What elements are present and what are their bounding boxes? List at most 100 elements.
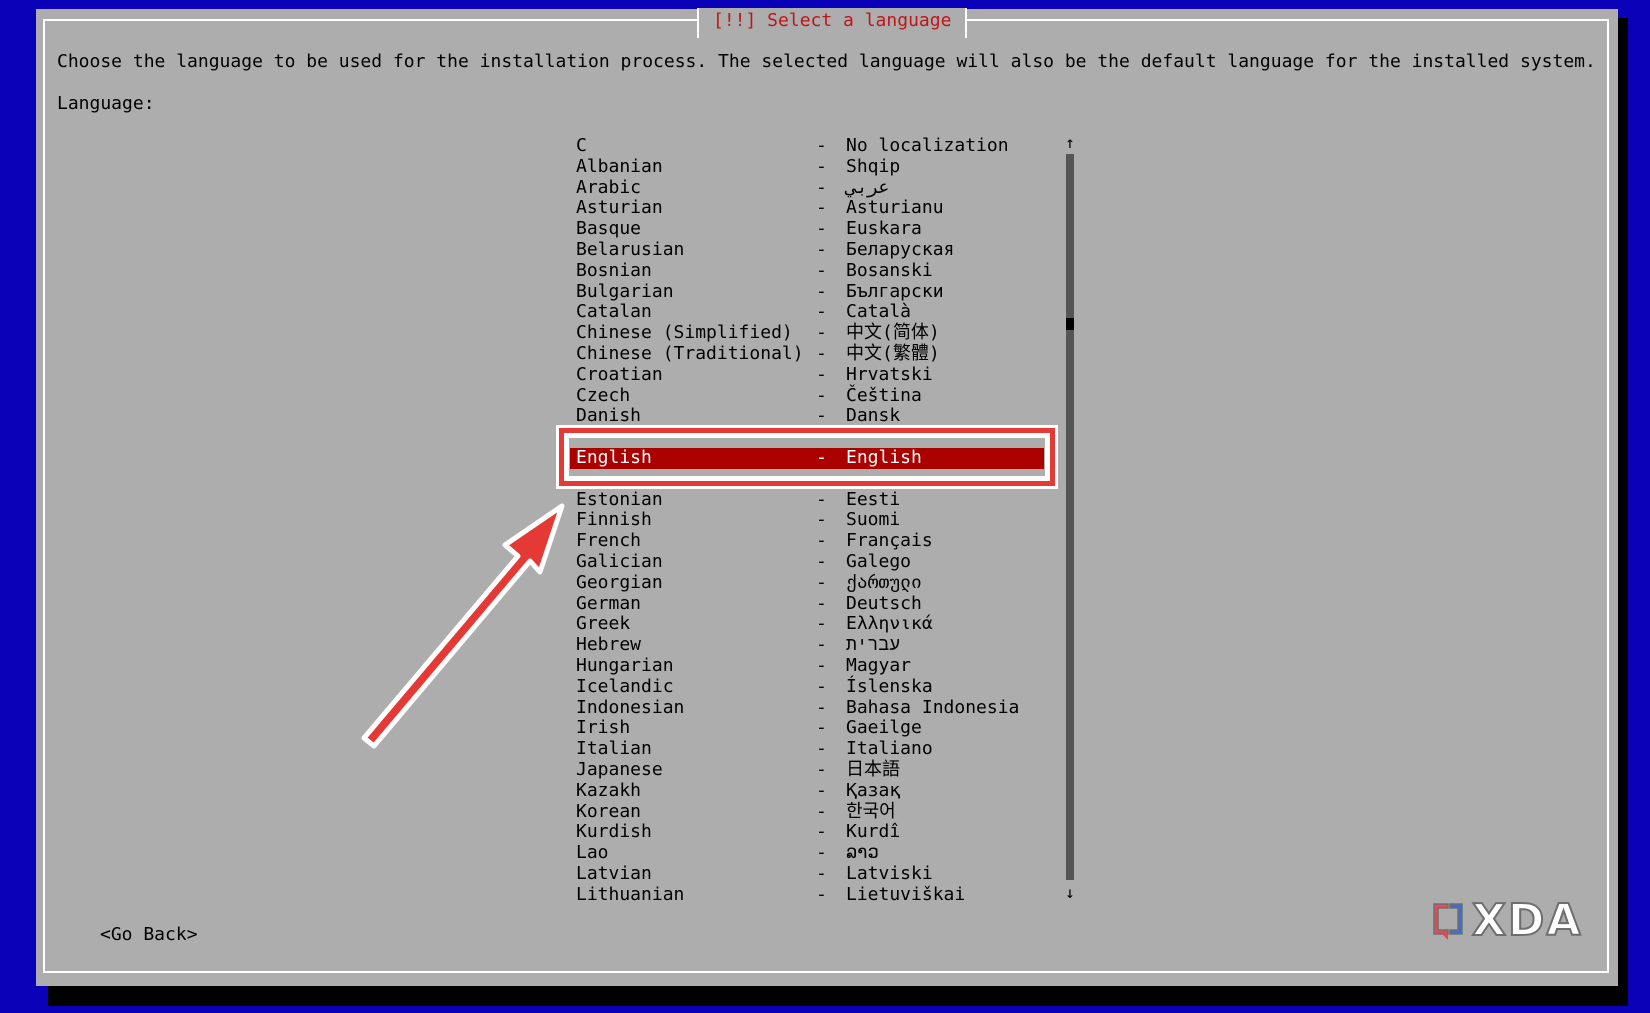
language-option[interactable]: Chinese (Traditional) - 中文(繁體): [576, 342, 1056, 365]
language-option[interactable]: Icelandic - Íslenska: [576, 675, 1056, 698]
language-option[interactable]: Bosnian - Bosanski: [576, 259, 1056, 282]
language-option[interactable]: French - Français: [576, 530, 1056, 552]
scroll-down-arrow-icon[interactable]: ↓: [1064, 884, 1076, 902]
language-native-name: Български: [846, 280, 944, 302]
language-option[interactable]: Hungarian - Magyar: [576, 654, 1056, 677]
language-option[interactable]: Irish - Gaeilge: [576, 718, 1056, 739]
language-option[interactable]: Croatian - Hrvatski: [576, 364, 1056, 386]
language-separator: -: [816, 259, 827, 281]
language-separator: -: [816, 862, 827, 884]
language-native-name: Euskara: [846, 218, 922, 240]
language-separator: -: [816, 634, 827, 656]
language-separator: -: [816, 405, 827, 427]
language-option[interactable]: Lithuanian - Lietuviškai: [576, 883, 1056, 906]
language-name: Lao: [576, 842, 609, 864]
language-separator: -: [816, 509, 827, 531]
language-separator: -: [816, 176, 827, 198]
language-name: Bosnian: [576, 259, 652, 281]
language-native-name: Ελληνικά: [846, 613, 933, 635]
language-option[interactable]: Latvian - Latviski: [576, 862, 1056, 885]
language-option[interactable]: Japanese - 日本語: [576, 758, 1056, 781]
dialog-title: [!!] Select a language: [697, 8, 968, 38]
language-native-name: Íslenska: [846, 675, 933, 697]
scroll-thumb[interactable]: [1066, 318, 1074, 331]
language-native-name: Беларуская: [846, 238, 955, 260]
language-option[interactable]: Bulgarian - Български: [576, 280, 1056, 303]
language-option[interactable]: Belarusian - Беларуская: [576, 238, 1056, 261]
language-native-name: Suomi: [846, 509, 901, 531]
language-name: Danish: [576, 405, 642, 427]
language-native-name: Eesti: [846, 488, 901, 510]
installer-screen: { "dialog": { "title": "[!!] Select a la…: [0, 0, 1650, 1013]
language-option[interactable]: Arabic - عربي: [576, 176, 1056, 199]
language-list[interactable]: C - No localization Albanian - Shqip Arabic - عر…: [570, 135, 1056, 906]
language-option[interactable]: Galician - Galego: [576, 550, 1056, 573]
language-native-name: Bahasa Indonesia: [846, 696, 1020, 718]
language-name: Galician: [576, 550, 663, 572]
language-native-name: ქართული: [846, 571, 922, 593]
language-name: Irish: [576, 717, 631, 739]
language-option[interactable]: Asturian - Asturianu: [576, 198, 1056, 219]
language-option[interactable]: Basque - Euskara: [576, 218, 1056, 240]
language-option[interactable]: Czech - Čeština: [576, 384, 1056, 407]
language-native-name: 中文(简体): [846, 322, 940, 344]
language-option[interactable]: Italian - Italiano: [576, 738, 1056, 760]
language-option[interactable]: Chinese (Simplified) - 中文(简体): [576, 322, 1056, 344]
language-option[interactable]: Greek - Ελληνικά: [576, 614, 1056, 635]
scroll-track[interactable]: [1066, 154, 1074, 880]
language-name: Basque: [576, 218, 642, 240]
language-option[interactable]: Kurdish - Kurdî: [576, 821, 1056, 843]
language-option[interactable]: Hebrew - עברית: [576, 634, 1056, 656]
language-option[interactable]: Korean - 한국어: [576, 800, 1056, 823]
go-back-button[interactable]: <Go Back>: [100, 922, 198, 948]
language-name: Chinese (Traditional): [576, 342, 804, 364]
language-separator: -: [816, 530, 827, 552]
language-native-name: 中文(繁體): [846, 342, 940, 364]
language-separator: -: [816, 550, 827, 572]
language-option[interactable]: Catalan - Català: [576, 302, 1056, 323]
xda-logo-text: XDA: [1471, 894, 1583, 947]
language-option[interactable]: Albanian - Shqip: [576, 155, 1056, 178]
language-name: Italian: [576, 738, 652, 760]
language-native-name: Dansk: [846, 405, 901, 427]
language-option[interactable]: Finnish - Suomi: [576, 510, 1056, 531]
language-name: Indonesian: [576, 696, 685, 718]
xda-logo-icon: [1430, 900, 1466, 940]
language-native-name: Asturianu: [846, 197, 944, 219]
language-option[interactable]: Danish - Dansk: [576, 406, 1056, 427]
language-option[interactable]: German - Deutsch: [576, 592, 1056, 615]
language-separator: -: [816, 322, 827, 344]
language-option[interactable]: Kazakh - Қазақ: [576, 780, 1056, 802]
language-name: C: [576, 135, 587, 156]
language-separator: -: [816, 155, 827, 177]
language-name: Estonian: [576, 488, 663, 510]
language-separator: -: [816, 218, 827, 240]
language-name: Georgian: [576, 571, 663, 593]
language-separator: -: [816, 384, 827, 406]
language-native-name: Français: [846, 530, 933, 552]
language-name: French: [576, 530, 642, 552]
language-option[interactable]: Georgian - ქართული: [576, 571, 1056, 594]
language-separator: -: [816, 717, 827, 739]
language-native-name: Latviski: [846, 862, 933, 884]
language-separator: -: [816, 654, 827, 676]
language-separator: -: [816, 758, 827, 780]
language-list-scrollbar[interactable]: ↑ ↓: [1064, 134, 1076, 902]
language-name: Icelandic: [576, 675, 674, 697]
language-option[interactable]: Estonian - Eesti: [576, 488, 1056, 511]
language-name: Hebrew: [576, 634, 642, 656]
language-separator: -: [816, 821, 827, 843]
language-native-name: Galego: [846, 550, 912, 572]
language-option[interactable]: Indonesian - Bahasa Indonesia: [576, 696, 1056, 719]
language-separator: -: [816, 592, 827, 614]
scroll-up-arrow-icon[interactable]: ↑: [1064, 134, 1076, 152]
language-separator: -: [816, 696, 827, 718]
language-native-name: 한국어: [846, 800, 896, 822]
language-name: Greek: [576, 613, 631, 635]
language-option[interactable]: C - No localization: [576, 135, 1056, 157]
language-native-name: Magyar: [846, 654, 912, 676]
language-native-name: Lietuviškai: [846, 883, 966, 905]
language-name: Hungarian: [576, 654, 674, 676]
language-option[interactable]: Lao - ລາວ: [576, 842, 1056, 864]
language-native-name: עברית: [846, 634, 901, 656]
